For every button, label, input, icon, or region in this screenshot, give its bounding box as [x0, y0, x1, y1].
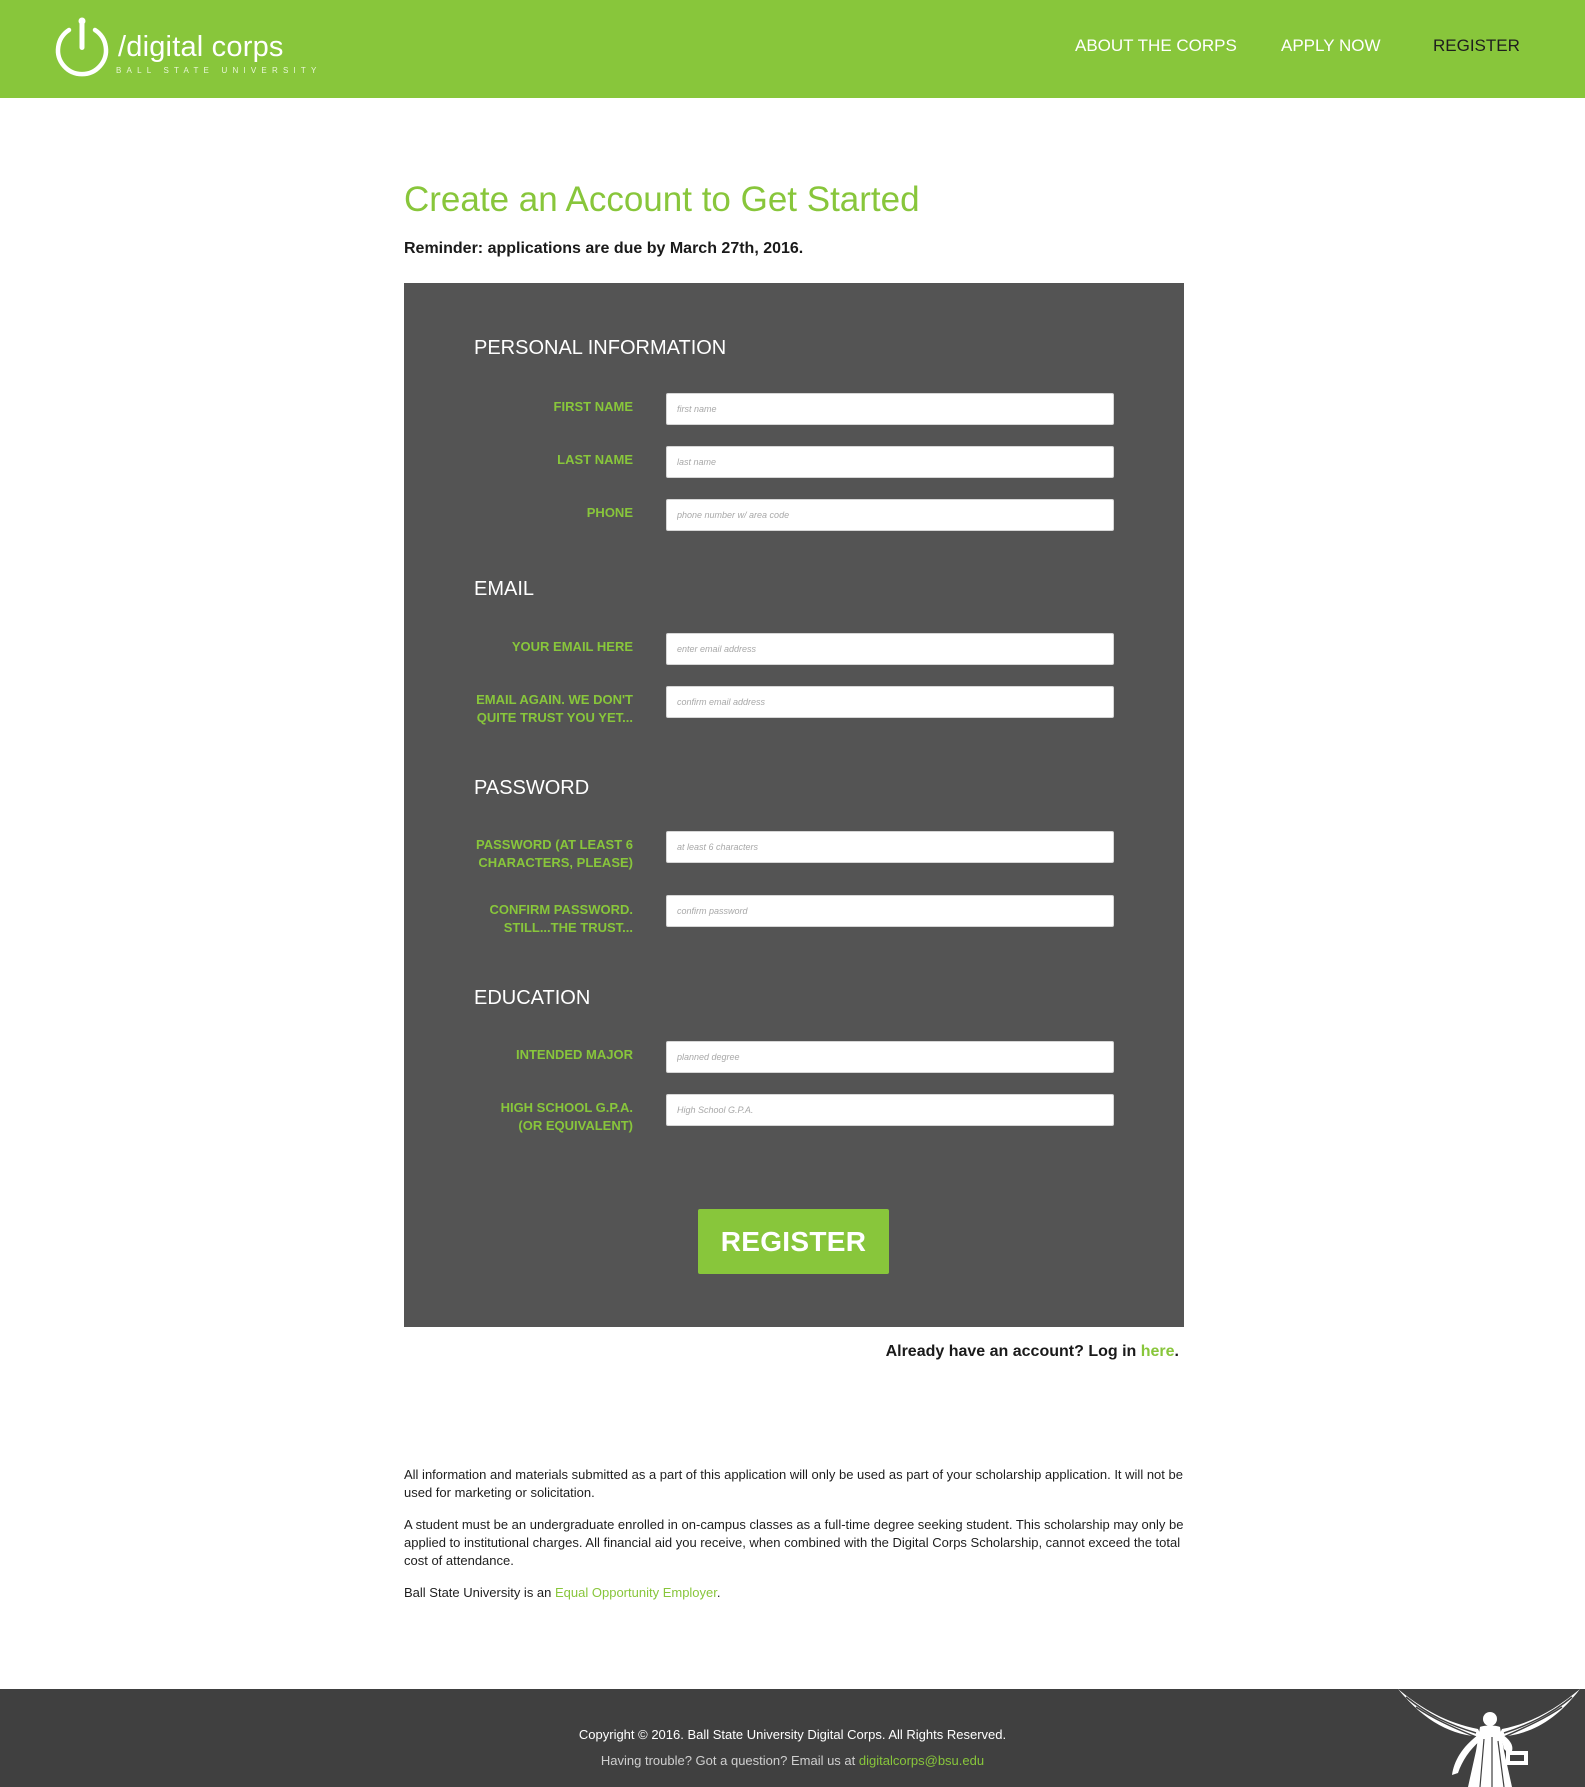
copyright-text: Copyright © 2016. Ball State University …: [578, 1727, 1007, 1742]
section-password: PASSWORD: [474, 777, 590, 799]
nav-about-the-corps[interactable]: ABOUT THE CORPS: [1075, 36, 1237, 56]
password-confirm-label-line1: CONFIRM PASSWORD.: [489, 902, 633, 917]
footer-email-link[interactable]: digitalcorps@bsu.edu: [859, 1753, 984, 1768]
deadline-reminder: Reminder: applications are due by March …: [404, 240, 804, 257]
major-input[interactable]: [666, 1041, 1114, 1073]
disclaimer-eoe-suffix: .: [716, 1585, 721, 1600]
password-confirm-label: CONFIRM PASSWORD. STILL...THE TRUST...: [443, 901, 633, 937]
password-confirm-input[interactable]: [666, 895, 1114, 927]
phone-input[interactable]: [666, 499, 1114, 531]
password-confirm-label-line2: STILL...THE TRUST...: [503, 920, 633, 935]
first-name-input[interactable]: [666, 393, 1114, 425]
password-label-line1: PASSWORD (AT LEAST 6: [476, 837, 633, 852]
login-prompt: Already have an account? Log in here.: [404, 1343, 1179, 1361]
major-label: INTENDED MAJOR: [515, 1047, 633, 1062]
section-education: EDUCATION: [474, 987, 591, 1009]
site-header: /digital corps BALL STATE UNIVERSITY ABO…: [0, 0, 1585, 98]
gpa-label-line2: (OR EQUIVALENT): [518, 1118, 633, 1133]
last-name-label: LAST NAME: [557, 452, 633, 467]
email-confirm-label: EMAIL AGAIN. WE DON'T QUITE TRUST YOU YE…: [443, 691, 633, 727]
login-here-link[interactable]: here: [1141, 1343, 1175, 1360]
disclaimer-eoe: Ball State University is an Equal Opport…: [404, 1584, 1184, 1602]
last-name-input[interactable]: [666, 446, 1114, 478]
equal-opportunity-link[interactable]: Equal Opportunity Employer: [555, 1585, 717, 1600]
gpa-input[interactable]: [666, 1094, 1114, 1126]
section-personal-information: PERSONAL INFORMATION: [474, 337, 727, 359]
help-text: Having trouble? Got a question? Email us…: [0, 1753, 1585, 1768]
beneficence-statue-icon: [1392, 1689, 1585, 1787]
first-name-label: FIRST NAME: [553, 399, 633, 414]
logo-subtitle: BALL STATE UNIVERSITY: [116, 66, 322, 75]
gpa-label-line1: HIGH SCHOOL G.P.A.: [500, 1100, 633, 1115]
register-button[interactable]: REGISTER: [698, 1209, 889, 1274]
email-label: YOUR EMAIL HERE: [511, 639, 633, 654]
section-email: EMAIL: [474, 578, 535, 600]
password-label-line2: CHARACTERS, PLEASE): [478, 855, 633, 870]
phone-label: PHONE: [586, 505, 633, 520]
password-input[interactable]: [666, 831, 1114, 863]
password-label: PASSWORD (AT LEAST 6 CHARACTERS, PLEASE): [443, 836, 633, 872]
help-text-prefix: Having trouble? Got a question? Email us…: [600, 1753, 859, 1768]
email-input[interactable]: [666, 633, 1114, 665]
email-confirm-label-line1: EMAIL AGAIN. WE DON'T: [476, 692, 633, 707]
disclaimer-privacy: All information and materials submitted …: [404, 1467, 1183, 1500]
email-confirm-label-line2: QUITE TRUST YOU YET...: [476, 710, 633, 725]
nav-apply-now[interactable]: APPLY NOW: [1281, 36, 1381, 56]
nav-register[interactable]: REGISTER: [1433, 36, 1520, 56]
page: /digital corps BALL STATE UNIVERSITY ABO…: [0, 0, 1585, 1787]
login-prompt-text: Already have an account? Log in: [885, 1343, 1141, 1360]
disclaimer: All information and materials submitted …: [404, 1466, 1184, 1616]
login-prompt-suffix: .: [1174, 1343, 1179, 1360]
page-title: Create an Account to Get Started: [404, 180, 920, 219]
disclaimer-eoe-text: Ball State University is an: [404, 1585, 556, 1600]
site-footer: Copyright © 2016. Ball State University …: [0, 1689, 1585, 1787]
email-confirm-input[interactable]: [666, 686, 1114, 718]
registration-form: PERSONAL INFORMATION FIRST NAME LAST NAM…: [404, 283, 1184, 1327]
disclaimer-eligibility: A student must be an undergraduate enrol…: [404, 1517, 1184, 1568]
main-nav: ABOUT THE CORPS APPLY NOW REGISTER: [0, 36, 1585, 60]
gpa-label: HIGH SCHOOL G.P.A. (OR EQUIVALENT): [443, 1099, 633, 1135]
